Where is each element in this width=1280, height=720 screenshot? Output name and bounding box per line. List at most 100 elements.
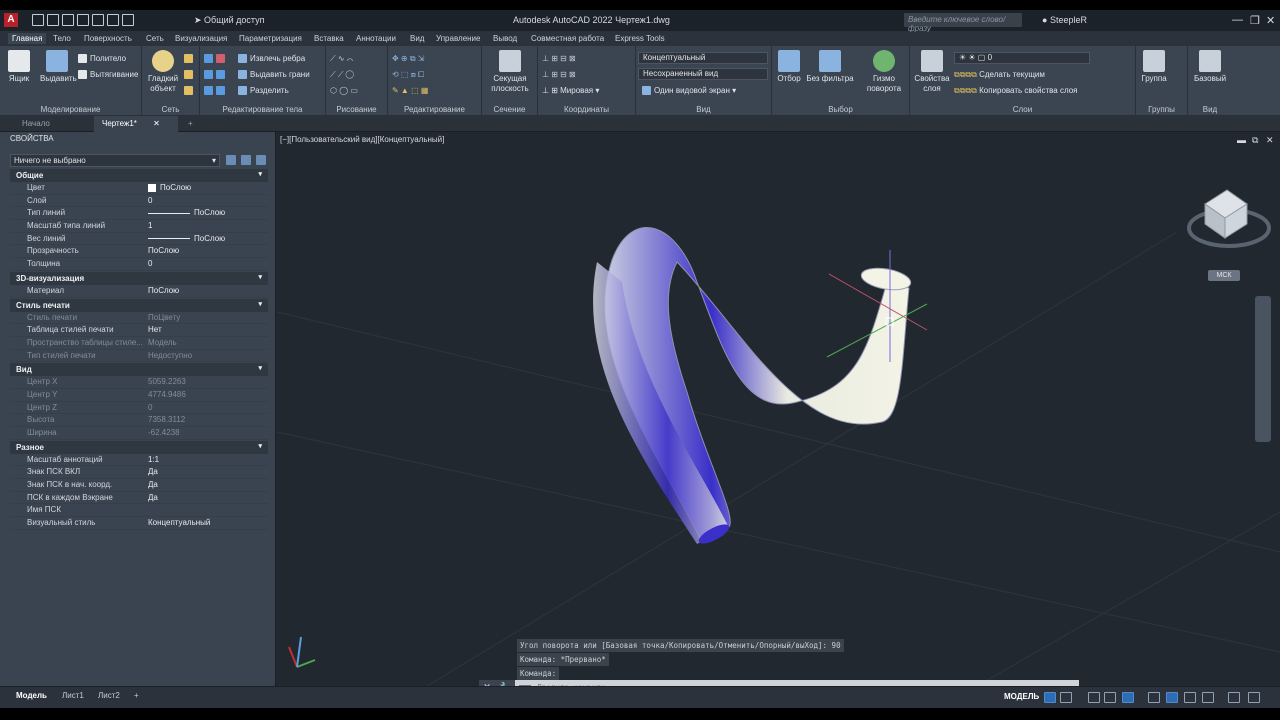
- customize-status-icon[interactable]: [1248, 692, 1260, 703]
- property-row[interactable]: Слой 0: [10, 195, 268, 208]
- panel-label-coords[interactable]: Координаты: [538, 105, 635, 114]
- mesh-tool-1[interactable]: [184, 54, 196, 64]
- navigation-bar[interactable]: [1255, 296, 1271, 442]
- property-value[interactable]: Да: [148, 492, 268, 504]
- section-header[interactable]: Стиль печати ▾: [10, 298, 268, 312]
- viewport-minimize-icon[interactable]: ▬: [1237, 135, 1246, 145]
- tab-10[interactable]: Вывод: [493, 34, 517, 43]
- wcs-menu[interactable]: МСК: [1208, 270, 1240, 281]
- property-row[interactable]: Ширина -62.4238: [10, 427, 268, 440]
- property-row[interactable]: Материал ПоСлою: [10, 285, 268, 298]
- property-value[interactable]: ПоСлою: [148, 207, 268, 219]
- property-row[interactable]: Высота 7358.3112: [10, 414, 268, 427]
- tab-8[interactable]: Вид: [410, 34, 424, 43]
- property-row[interactable]: Тип линий ПоСлою: [10, 207, 268, 221]
- selection-cycling-icon[interactable]: [1166, 692, 1178, 703]
- viewport-config-dropdown[interactable]: Один видовой экран ▾: [642, 86, 736, 96]
- group-button[interactable]: Группа: [1138, 50, 1170, 84]
- select-objects-icon[interactable]: [241, 155, 251, 165]
- property-row[interactable]: Визуальный стиль Концептуальный: [10, 517, 268, 530]
- rotate-tools[interactable]: ⟲ ⬚ ⧈ ⧠: [392, 70, 424, 80]
- viewport-restore-icon[interactable]: ⧉: [1252, 135, 1258, 146]
- property-row[interactable]: Цвет ПоСлою: [10, 182, 268, 195]
- property-value[interactable]: ПоСлою: [148, 233, 268, 245]
- model-space-toggle[interactable]: МОДЕЛЬ: [1004, 692, 1039, 701]
- fullscreen-icon[interactable]: [1228, 692, 1240, 703]
- ucs-dropdown[interactable]: ⊥ ⊞ Мировая ▾: [542, 86, 599, 95]
- property-value[interactable]: ПоСлою: [148, 245, 268, 257]
- extract-edges-button[interactable]: Извлечь ребра: [238, 54, 305, 64]
- panel-label-mesh[interactable]: Сеть: [142, 105, 199, 114]
- save-icon[interactable]: [62, 14, 74, 26]
- tab-7[interactable]: Аннотации: [356, 34, 396, 43]
- tab-11[interactable]: Совместная работа: [531, 34, 604, 43]
- property-row[interactable]: Имя ПСК: [10, 504, 268, 518]
- gizmo-button[interactable]: Гизмо поворота: [860, 50, 908, 94]
- property-value[interactable]: ПоСлою: [148, 182, 268, 194]
- collapse-icon[interactable]: ▾: [258, 170, 262, 178]
- property-value[interactable]: Нет: [148, 324, 268, 336]
- property-value[interactable]: Да: [148, 479, 268, 491]
- make-current-button[interactable]: ⧉⧉⧉⧉ Сделать текущим: [954, 70, 1045, 80]
- layer-properties-button[interactable]: Свойства слоя: [912, 50, 952, 94]
- extrude-faces-button[interactable]: Выдавить грани: [238, 70, 310, 80]
- property-row[interactable]: Масштаб типа линий 1: [10, 220, 268, 233]
- property-row[interactable]: Таблица стилей печати Нет: [10, 324, 268, 337]
- viewcube[interactable]: [1187, 189, 1271, 248]
- ortho-icon[interactable]: [1088, 692, 1100, 703]
- section-header[interactable]: Разное ▾: [10, 440, 268, 454]
- panel-label-modify[interactable]: Редактирование: [388, 105, 481, 114]
- polyline-tools[interactable]: ⟋ ⟋ ◯: [330, 70, 354, 80]
- property-value[interactable]: 0: [148, 258, 268, 270]
- tab-6[interactable]: Вставка: [314, 34, 344, 43]
- print-icon[interactable]: [92, 14, 104, 26]
- property-row[interactable]: Центр Y 4774.9486: [10, 389, 268, 402]
- no-filter-button[interactable]: Без фильтра: [806, 50, 854, 84]
- tab-3[interactable]: Сеть: [146, 34, 164, 43]
- section-plane-button[interactable]: Секущая плоскость: [488, 50, 532, 94]
- match-layer-button[interactable]: ⧉⧉⧉⧉ Копировать свойства слоя: [954, 86, 1078, 96]
- collapse-icon[interactable]: ▾: [258, 300, 262, 308]
- separate-button[interactable]: Разделить: [238, 86, 289, 96]
- panel-label-layers[interactable]: Слои: [910, 105, 1135, 114]
- panel-label-selection[interactable]: Выбор: [772, 105, 909, 114]
- box-button[interactable]: Ящик: [4, 50, 34, 84]
- property-value[interactable]: 1: [148, 220, 268, 232]
- tab-1[interactable]: Тело: [53, 34, 71, 43]
- property-row[interactable]: ПСК в каждом Вэкране Да: [10, 492, 268, 505]
- solid-edit-tool-3[interactable]: [204, 86, 228, 96]
- collapse-icon[interactable]: ▾: [258, 273, 262, 281]
- property-value[interactable]: Недоступно: [148, 350, 268, 362]
- close-icon[interactable]: ✕: [1266, 14, 1275, 27]
- grid-icon[interactable]: [1044, 692, 1056, 703]
- collapse-icon[interactable]: ▾: [258, 442, 262, 450]
- selection-dropdown[interactable]: Ничего не выбрано ▾: [10, 154, 220, 167]
- property-row[interactable]: Стиль печати ПоЦвету: [10, 312, 268, 325]
- drawing-viewport[interactable]: [−][Пользовательский вид][Концептуальный…: [277, 132, 1280, 695]
- property-row[interactable]: Тип стилей печати Недоступно: [10, 350, 268, 363]
- panel-label-draw[interactable]: Рисование: [326, 105, 387, 114]
- culling-button[interactable]: Отбор: [774, 50, 804, 84]
- property-value[interactable]: ПоЦвету: [148, 312, 268, 324]
- panel-label-section[interactable]: Сечение: [482, 105, 537, 114]
- move-tools[interactable]: ✥ ⊕ ⧉ ⇲: [392, 54, 425, 64]
- polar-icon[interactable]: [1104, 692, 1116, 703]
- visual-style-dropdown[interactable]: Концептуальный: [638, 52, 768, 64]
- smooth-object-button[interactable]: Гладкий объект: [146, 50, 180, 94]
- layout-tab-sheet2[interactable]: Лист2: [98, 691, 120, 700]
- property-value[interactable]: 7358.3112: [148, 414, 268, 426]
- layout-tab-model[interactable]: Модель: [16, 691, 47, 700]
- mesh-tool-2[interactable]: [184, 70, 196, 80]
- gear-icon[interactable]: [1202, 692, 1214, 703]
- close-tab-icon[interactable]: ✕: [153, 119, 160, 128]
- property-row[interactable]: Центр X 5059.2263: [10, 376, 268, 389]
- property-value[interactable]: Да: [148, 466, 268, 478]
- property-row[interactable]: Пространство таблицы стиле... Модель: [10, 337, 268, 350]
- property-row[interactable]: Вес линий ПоСлою: [10, 233, 268, 246]
- restore-icon[interactable]: ❐: [1250, 14, 1260, 27]
- property-value[interactable]: ПоСлою: [148, 285, 268, 297]
- collapse-icon[interactable]: ▾: [258, 364, 262, 372]
- polysolid-button[interactable]: Политело: [78, 54, 126, 64]
- panel-label-view2[interactable]: Вид: [1188, 105, 1232, 114]
- section-header[interactable]: Общие ▾: [10, 169, 268, 182]
